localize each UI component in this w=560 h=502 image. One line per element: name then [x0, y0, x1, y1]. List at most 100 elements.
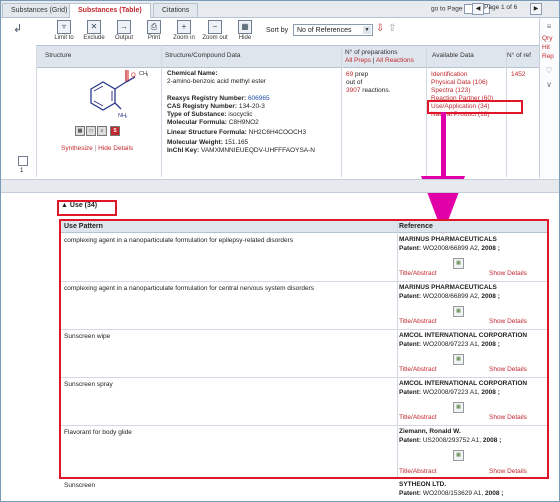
synthesize-link[interactable]: Synthesize — [61, 145, 93, 152]
col-use-pattern[interactable]: Use Pattern — [64, 223, 103, 230]
show-details-link[interactable]: Show Details — [489, 318, 527, 325]
available-identification[interactable]: Identification — [431, 71, 468, 78]
tab-substances-table[interactable]: Substances (Table) — [69, 3, 151, 18]
expand-icon[interactable]: ♡ — [544, 66, 554, 76]
structure-editor-icon[interactable]: ▦ — [75, 126, 85, 136]
zoom-in-button[interactable]: + Zoom in — [169, 20, 199, 41]
use-pattern: complexing agent in a nanoparticulate fo… — [64, 237, 294, 244]
zoom-out-button[interactable]: − Zoom out — [200, 20, 230, 41]
col-references[interactable]: N° of ref — [507, 52, 531, 59]
use-header-highlight — [57, 200, 117, 216]
limit-to-label: Limit to — [54, 35, 74, 41]
zoom-out-label: Zoom out — [202, 35, 228, 41]
reference-count-link[interactable]: 1452 — [511, 71, 525, 78]
sidebar-item-hit[interactable]: Hit — [542, 44, 550, 51]
available-physical-data[interactable]: Physical Data (106) — [431, 79, 488, 86]
next-page-button[interactable]: ▶ — [530, 3, 542, 15]
molecular-weight: Molecular Weight: 151.165 — [167, 139, 249, 146]
prev-page-button[interactable]: ◀ — [472, 3, 484, 15]
inchi-key: InChI Key: VAMXMNNIEUEQDV-UHFFFAOYSA-N — [167, 147, 315, 154]
exclude-button[interactable]: ✕ Exclude — [79, 20, 109, 41]
reference-patent: Patent: WO2008/66899 A2, 2008 ; — [399, 293, 500, 300]
col-available-data[interactable]: Available Data — [432, 52, 474, 59]
reference-company: SYTHEON LTD. — [399, 481, 447, 488]
all-preps-link[interactable]: All Preps — [345, 57, 371, 64]
table-row: Sunscreen wipe AMCOL INTERNATIONAL CORPO… — [61, 329, 547, 378]
substance-type: Type of Substance: isocyclic — [167, 111, 253, 118]
hide-details-link[interactable]: Hide Details — [98, 145, 133, 152]
structure-image[interactable]: O O CH 3 NH 2 — [63, 69, 153, 129]
tab-citations[interactable]: Citations — [153, 3, 199, 17]
fulltext-icon[interactable]: ▦ — [453, 354, 464, 365]
results-table-header: Structure Structure/Compound Data N° of … — [37, 45, 539, 68]
use-pattern: Sunscreen spray — [64, 381, 113, 388]
filter-icon: ▿ — [57, 20, 71, 34]
select-arrow-icon[interactable]: ↲ — [13, 22, 22, 35]
reaxys-number-link[interactable]: 606965 — [248, 95, 270, 102]
hide-icon: ▦ — [238, 20, 252, 34]
reference-company: MARINUS PHARMACEUTICALS — [399, 284, 497, 291]
col-reference[interactable]: Reference — [399, 223, 433, 230]
tab-substances-grid[interactable]: Substances (Grid) — [2, 3, 77, 17]
reference-patent: Patent: WO2008/97223 A1, 2008 ; — [399, 389, 500, 396]
page-info: Page 1 of 6 — [484, 4, 518, 11]
output-button[interactable]: → Output — [109, 20, 139, 41]
collapse-icon[interactable]: ≡ — [544, 22, 554, 32]
hide-label: Hide — [238, 35, 252, 41]
show-details-link[interactable]: Show Details — [489, 366, 527, 373]
print-button[interactable]: ⎙ Print — [139, 20, 169, 41]
available-spectra[interactable]: Spectra (123) — [431, 87, 470, 94]
col-structure[interactable]: Structure — [45, 52, 71, 59]
table-row: Sunscreen SYTHEON LTD. Patent: WO2008/15… — [61, 481, 547, 501]
show-details-link[interactable]: Show Details — [489, 468, 527, 475]
reference-company: MARINUS PHARMACEUTICALS — [399, 236, 497, 243]
title-abstract-link[interactable]: Title/Abstract — [399, 318, 437, 325]
title-abstract-link[interactable]: Title/Abstract — [399, 468, 437, 475]
fulltext-icon[interactable]: ▦ — [453, 306, 464, 317]
copy-structure-icon[interactable]: □ — [86, 126, 96, 136]
use-pattern: complexing agent in a nanoparticulate fo… — [64, 285, 315, 292]
table-row: complexing agent in a nanoparticulate fo… — [61, 281, 547, 330]
hide-button[interactable]: ▦ Hide — [230, 20, 260, 41]
out-of-label: out of — [346, 79, 363, 86]
fulltext-icon[interactable]: ▦ — [453, 450, 464, 461]
printer-icon: ⎙ — [147, 20, 161, 34]
title-abstract-link[interactable]: Title/Abstract — [399, 270, 437, 277]
preps-count-link[interactable]: 69 — [346, 71, 353, 78]
title-abstract-link[interactable]: Title/Abstract — [399, 414, 437, 421]
reaxys-number: Reaxys Registry Number: 606965 — [167, 95, 270, 102]
chevron-down-icon: ▼ — [363, 26, 371, 34]
col-compound-data[interactable]: Structure/Compound Data — [165, 52, 241, 59]
sidebar-item-qry[interactable]: Qry — [542, 35, 552, 42]
toolbar: ↲ ▿ Limit to ✕ Exclude → Output ⎙ Print + Zoo… — [1, 18, 511, 44]
limit-to-button[interactable]: ▿ Limit to — [49, 20, 79, 41]
tab-bar: Substances (Grid) Substances (Table) Cit… — [1, 1, 559, 18]
use-pattern: Sunscreen wipe — [64, 333, 111, 340]
structure-links: Synthesize | Hide Details — [61, 145, 134, 152]
reactions-count-link[interactable]: 3907 — [346, 87, 360, 94]
magnify-icon[interactable]: ⌕ — [97, 126, 107, 136]
exclude-label: Exclude — [83, 35, 105, 41]
row-selector-column: 1 — [1, 45, 37, 177]
sidebar-item-rep[interactable]: Rep — [542, 53, 554, 60]
row-checkbox[interactable] — [18, 156, 28, 166]
output-icon: → — [117, 20, 131, 34]
sort-by-select[interactable]: No of References ▼ — [293, 24, 373, 36]
all-reactions-link[interactable]: All Reactions — [376, 57, 414, 64]
synthesis-icon[interactable]: S — [110, 126, 120, 136]
scroll-icon[interactable]: ∨ — [544, 80, 554, 90]
sort-descending-icon[interactable]: ⇩ — [376, 23, 384, 34]
table-row: complexing agent in a nanoparticulate fo… — [61, 233, 547, 282]
use-pattern: Flavorant for body glide — [64, 429, 132, 436]
fulltext-icon[interactable]: ▦ — [453, 402, 464, 413]
fulltext-icon[interactable]: ▦ — [453, 258, 464, 269]
show-details-link[interactable]: Show Details — [489, 414, 527, 421]
use-table-header: Use Pattern Reference — [61, 221, 547, 233]
show-details-link[interactable]: Show Details — [489, 270, 527, 277]
col-preparations[interactable]: N° of preparations — [345, 49, 397, 56]
sort-ascending-icon[interactable]: ⇧ — [388, 23, 396, 34]
zoom-in-icon: + — [177, 20, 191, 34]
column-divider — [341, 45, 342, 177]
svg-text:O: O — [131, 73, 136, 79]
title-abstract-link[interactable]: Title/Abstract — [399, 366, 437, 373]
